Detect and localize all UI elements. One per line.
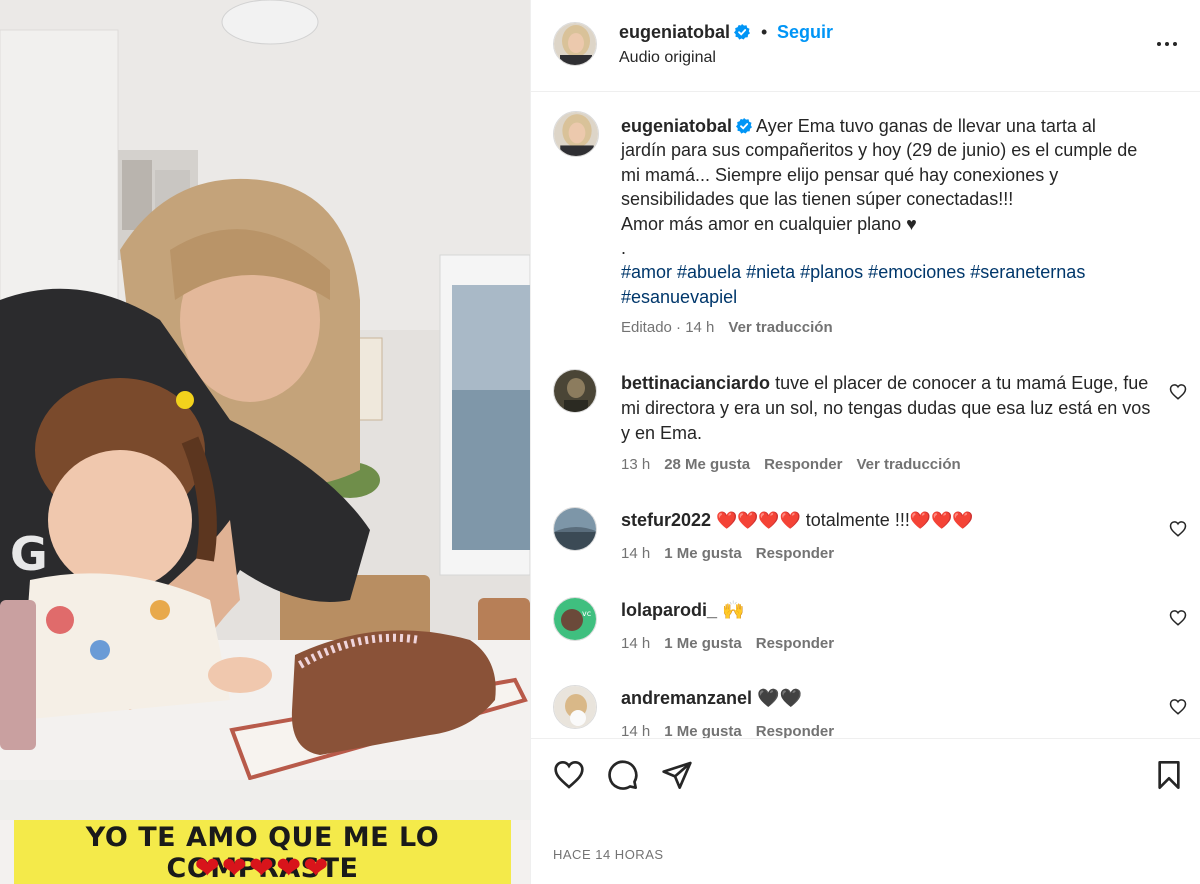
verified-badge-icon (736, 118, 753, 134)
comment-text: bettinacianciardo tuve el placer de cono… (621, 371, 1161, 446)
post-actions-bar: HACE 14 HORAS (531, 738, 1200, 884)
more-options-icon[interactable] (1155, 32, 1179, 56)
comment-avatar[interactable] (553, 507, 597, 551)
author-username[interactable]: eugeniatobal (619, 22, 751, 43)
comment-avatar[interactable] (553, 685, 597, 729)
comment-body: totalmente !!! (805, 510, 910, 530)
comment-reply-button[interactable]: Responder (756, 635, 834, 652)
post-caption: eugeniatobal Ayer Ema tuvo ganas de llev… (621, 114, 1141, 309)
caption-username[interactable]: eugeniatobal (621, 116, 732, 136)
comment-hearts-before: ❤️❤️❤️❤️ (716, 511, 801, 530)
comments-section[interactable]: eugeniatobal Ayer Ema tuvo ganas de llev… (531, 93, 1200, 738)
comment-meta: 13 h 28 Me gusta Responder Ver traducción (621, 456, 961, 473)
comment-likes[interactable]: 1 Me gusta (664, 635, 742, 652)
post-media[interactable]: G YO TE AMO QUE ME LO COMPRASTE ❤❤❤❤❤ (0, 0, 530, 884)
comment-reply-button[interactable]: Responder (764, 456, 842, 473)
author-username-text[interactable]: eugeniatobal (619, 22, 730, 42)
comment-likes[interactable]: 1 Me gusta (664, 545, 742, 562)
caption-line-2: Amor más amor en cualquier plano ♥ (621, 213, 917, 234)
comment-username[interactable]: stefur2022 (621, 510, 711, 530)
save-bookmark-icon[interactable] (1153, 759, 1185, 791)
comment-body: 🙌 (722, 600, 745, 620)
caption-meta: Editado · 14 h Ver traducción (621, 319, 833, 336)
verified-badge-icon (734, 24, 751, 40)
comment-translate-link[interactable]: Ver traducción (856, 456, 960, 473)
comment-reply-button[interactable]: Responder (756, 723, 834, 738)
caption-line-3: . (621, 238, 627, 259)
comment-username[interactable]: bettinacianciardo (621, 373, 770, 393)
comment-meta: 14 h 1 Me gusta Responder (621, 723, 834, 738)
audio-link[interactable]: Audio original (619, 49, 716, 67)
post-side-panel: eugeniatobal • Seguir Audio original eug… (530, 0, 1200, 884)
comment-avatar[interactable]: vc (553, 597, 597, 641)
comment-body: 🖤🖤 (757, 688, 802, 708)
comment-username[interactable]: lolaparodi_ (621, 600, 717, 620)
comment-username[interactable]: andremanzanel (621, 688, 752, 708)
follow-button[interactable]: Seguir (777, 22, 833, 43)
comment-text: stefur2022 ❤️❤️❤️❤️ totalmente !!!❤️❤️❤️ (621, 508, 1161, 533)
comment-likes[interactable]: 28 Me gusta (664, 456, 750, 473)
comment-time: 14 h (621, 635, 651, 652)
svg-text:G: G (10, 527, 48, 581)
post-header: eugeniatobal • Seguir Audio original (531, 0, 1200, 92)
comment-meta: 14 h 1 Me gusta Responder (621, 545, 834, 562)
header-separator: • (761, 22, 768, 42)
comment-like-heart-icon[interactable] (1169, 383, 1187, 401)
comment-avatar[interactable] (553, 369, 597, 413)
media-caption-hearts: ❤❤❤❤❤ (194, 852, 331, 884)
share-send-icon[interactable] (661, 759, 693, 791)
caption-hashtags[interactable]: #amor #abuela #nieta #planos #emociones … (621, 262, 1085, 306)
like-heart-icon[interactable] (553, 759, 585, 791)
caption-translate-link[interactable]: Ver traducción (728, 319, 832, 336)
comment-time: 14 h (621, 545, 651, 562)
caption-author-avatar[interactable] (553, 111, 599, 157)
comment-like-heart-icon[interactable] (1169, 609, 1187, 627)
comment-likes[interactable]: 1 Me gusta (664, 723, 742, 738)
comment-reply-button[interactable]: Responder (756, 545, 834, 562)
comment-meta: 14 h 1 Me gusta Responder (621, 635, 834, 652)
caption-edited: Editado · 14 h (621, 319, 715, 336)
comment-hearts-after: ❤️❤️❤️ (909, 511, 974, 530)
comment-text: lolaparodi_ 🙌 (621, 598, 1161, 623)
post-timestamp: HACE 14 HORAS (553, 847, 664, 862)
comment-like-heart-icon[interactable] (1169, 520, 1187, 538)
author-avatar[interactable] (553, 22, 597, 66)
comment-time: 14 h (621, 723, 651, 738)
svg-text:vc: vc (582, 609, 591, 618)
comment-time: 13 h (621, 456, 651, 473)
comment-text: andremanzanel 🖤🖤 (621, 686, 1161, 711)
comment-bubble-icon[interactable] (607, 759, 639, 791)
comment-like-heart-icon[interactable] (1169, 698, 1187, 716)
post-video-frame: G (0, 0, 530, 884)
